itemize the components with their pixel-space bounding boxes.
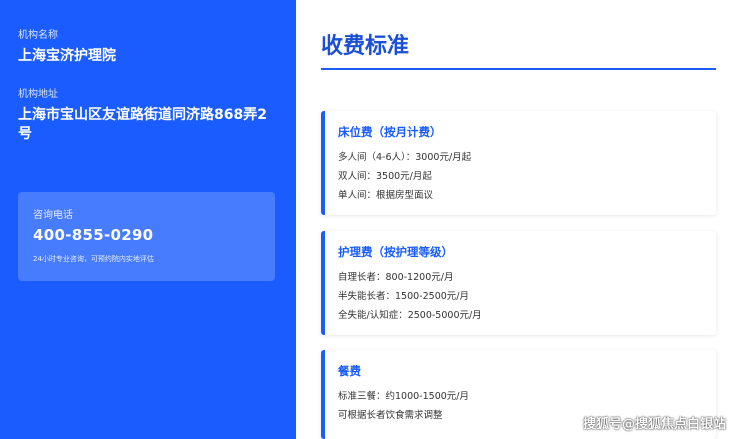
title-divider xyxy=(321,68,716,70)
fee-line: 双人间：3500元/月起 xyxy=(338,171,432,182)
phone-note: 24小时专业咨询，可预约院内实地评估 xyxy=(33,255,154,263)
fee-line: 多人间（4-6人）：3000元/月起 xyxy=(338,152,472,163)
institution-name: 上海宝济护理院 xyxy=(18,48,116,64)
contact-box: 咨询电话 400-855-0290 24小时专业咨询，可预约院内实地评估 xyxy=(18,192,275,281)
fee-line: 半失能长者：1500-2500元/月 xyxy=(338,291,469,302)
fees-panel: 收费标准 床位费（按月计费） 多人间（4-6人）：3000元/月起 双人间：35… xyxy=(296,0,740,439)
fee-line: 全失能/认知症：2500-5000元/月 xyxy=(338,310,482,321)
fee-card-title: 护理费（按护理等级） xyxy=(338,245,453,259)
phone-number[interactable]: 400-855-0290 xyxy=(33,226,260,244)
watermark: 搜狐号@搜狐焦点白银站 xyxy=(582,417,726,432)
fee-line: 自理长者：800-1200元/月 xyxy=(338,272,454,283)
institution-panel: 机构名称 上海宝济护理院 机构地址 上海市宝山区友谊路街道同济路868弄2号 咨… xyxy=(0,0,296,439)
institution-address: 上海市宝山区友谊路街道同济路868弄2号 xyxy=(18,107,267,142)
page-title: 收费标准 xyxy=(321,34,410,59)
fee-card-title: 床位费（按月计费） xyxy=(338,125,442,139)
fee-line: 标准三餐：约1000-1500元/月 xyxy=(338,391,469,402)
name-label: 机构名称 xyxy=(18,30,58,41)
fee-line: 单人间：根据房型面议 xyxy=(338,190,434,201)
phone-label: 咨询电话 xyxy=(33,210,73,221)
fee-card-bed: 床位费（按月计费） 多人间（4-6人）：3000元/月起 双人间：3500元/月… xyxy=(321,111,716,215)
fee-card-title: 餐费 xyxy=(338,364,361,378)
address-label: 机构地址 xyxy=(18,89,58,100)
fee-card-nursing: 护理费（按护理等级） 自理长者：800-1200元/月 半失能长者：1500-2… xyxy=(321,231,716,335)
